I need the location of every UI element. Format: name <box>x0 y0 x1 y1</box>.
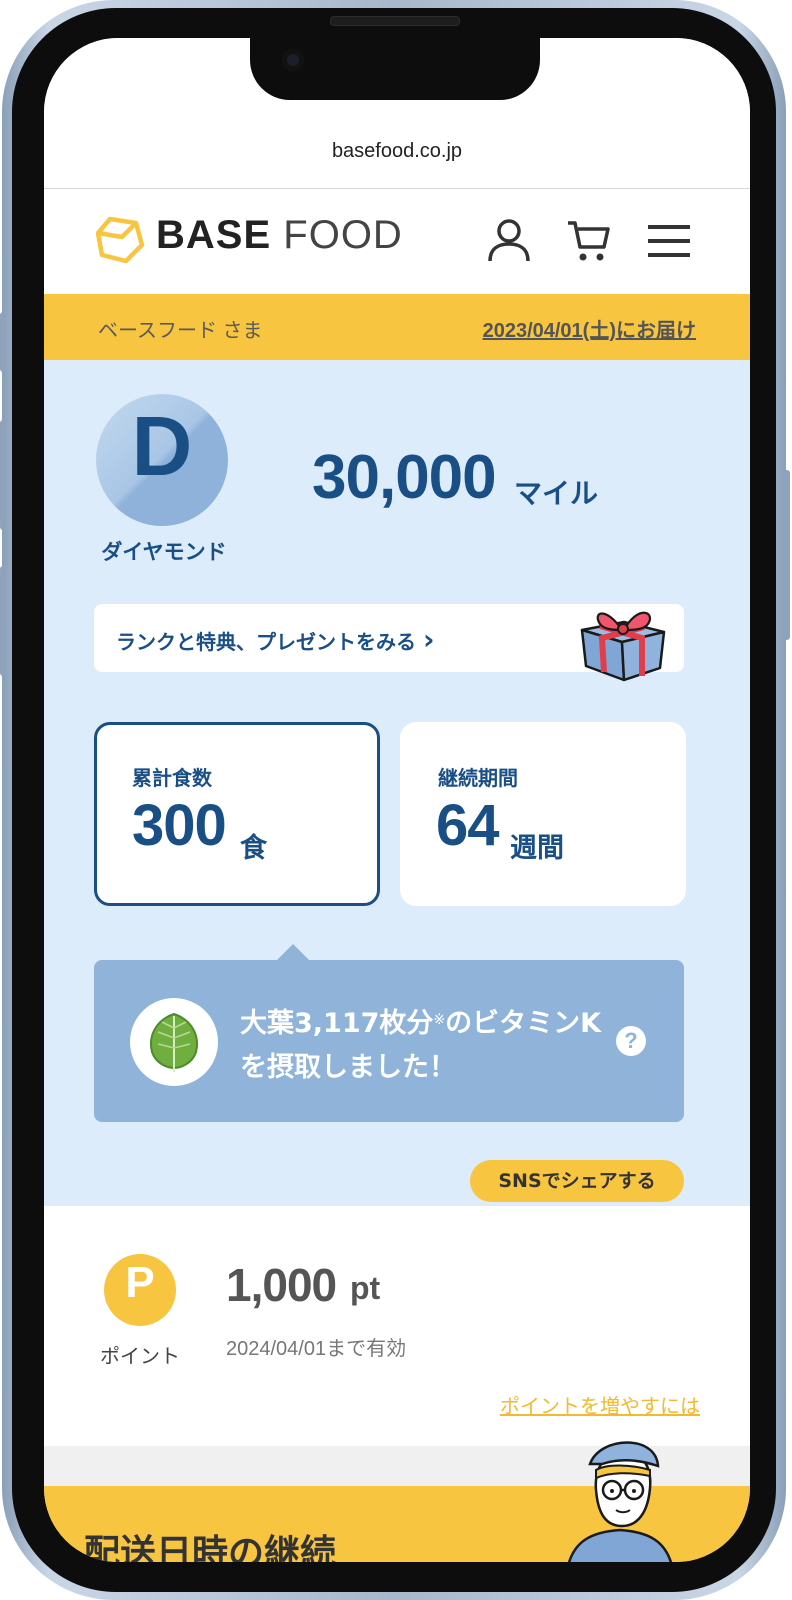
logo-wordmark[interactable]: BASE FOOD <box>156 213 403 258</box>
camera-icon <box>282 49 304 71</box>
customer-name: ベースフード さま <box>98 320 263 342</box>
gift-icon <box>572 600 672 688</box>
volume-up-button <box>0 420 6 530</box>
weeks-value: 64 <box>436 793 500 858</box>
meals-label: 累計食数 <box>132 766 212 790</box>
site-header: BASE FOOD <box>44 189 750 294</box>
vitamin-footnote-mark: ※ <box>433 1012 446 1028</box>
vitamin-card-pointer <box>276 944 310 961</box>
mascot-illustration <box>560 1430 680 1562</box>
weeks-unit: 週間 <box>510 833 564 864</box>
user-icon[interactable] <box>486 217 532 267</box>
volume-down-button <box>0 566 6 676</box>
rank-benefits-link[interactable]: ランクと特典、プレゼントをみる › <box>94 604 684 682</box>
phone-screen: basefood.co.jp BASE FOOD ベースフード さま 2023/… <box>44 38 750 1562</box>
delivery-date-link[interactable]: 2023/04/01(土)にお届け <box>483 314 696 343</box>
next-section-heading: 配送日時の継続 <box>84 1533 337 1562</box>
sns-share-button[interactable]: SNSでシェアする <box>470 1160 684 1202</box>
cart-icon[interactable] <box>566 219 612 267</box>
points-panel: P ポイント 1,000 pt 2024/04/01まで有効 ポイントを増やすに… <box>44 1206 750 1446</box>
silent-switch <box>0 312 6 372</box>
rank-letter: D <box>131 399 193 493</box>
points-unit: pt <box>350 1270 381 1306</box>
points-label: ポイント <box>100 1344 180 1368</box>
rank-benefits-label: ランクと特典、プレゼントをみる › <box>116 626 435 655</box>
vitamin-info-card: 大葉3,117枚分※のビタミンKを摂取しました！ ? <box>94 944 684 1122</box>
points-value: 1,000 <box>226 1259 337 1311</box>
cumulative-meals-card[interactable]: 累計食数 300 食 <box>94 722 380 906</box>
leaf-icon <box>130 998 218 1086</box>
chevron-right-icon: › <box>422 623 435 656</box>
points-letter: P <box>125 1258 155 1307</box>
rank-panel: D ダイヤモンド 30,000 マイル ランクと特典、プレゼントをみる › 累計… <box>44 360 750 1206</box>
help-icon[interactable]: ? <box>616 1026 646 1056</box>
logo-hexagon-icon[interactable] <box>95 215 146 269</box>
vitamin-message: 大葉3,117枚分※のビタミンKを摂取しました！ <box>240 1002 610 1090</box>
url-text: basefood.co.jp <box>331 140 463 162</box>
miles-unit: マイル <box>514 477 599 510</box>
logo-light-text: FOOD <box>283 213 403 257</box>
meals-value: 300 <box>132 793 227 858</box>
rank-benefits-text: ランクと特典、プレゼントをみる <box>116 630 416 654</box>
increase-points-link[interactable]: ポイントを増やすには <box>500 1390 700 1419</box>
continuation-period-card[interactable]: 継続期間 64 週間 <box>400 722 686 906</box>
points-expiry: 2024/04/01まで有効 <box>226 1338 407 1360</box>
power-button <box>784 470 790 640</box>
logo-bold-text: BASE <box>156 213 272 257</box>
meals-unit: 食 <box>240 833 267 864</box>
delivery-bar: ベースフード さま 2023/04/01(土)にお届け <box>44 294 750 360</box>
speaker-grille <box>330 16 460 26</box>
menu-icon[interactable] <box>648 223 690 263</box>
miles-value: 30,000 <box>312 443 497 512</box>
vitamin-amount-text: 大葉3,117枚分 <box>240 1008 434 1039</box>
rank-name: ダイヤモンド <box>101 540 227 564</box>
weeks-label: 継続期間 <box>438 766 518 790</box>
